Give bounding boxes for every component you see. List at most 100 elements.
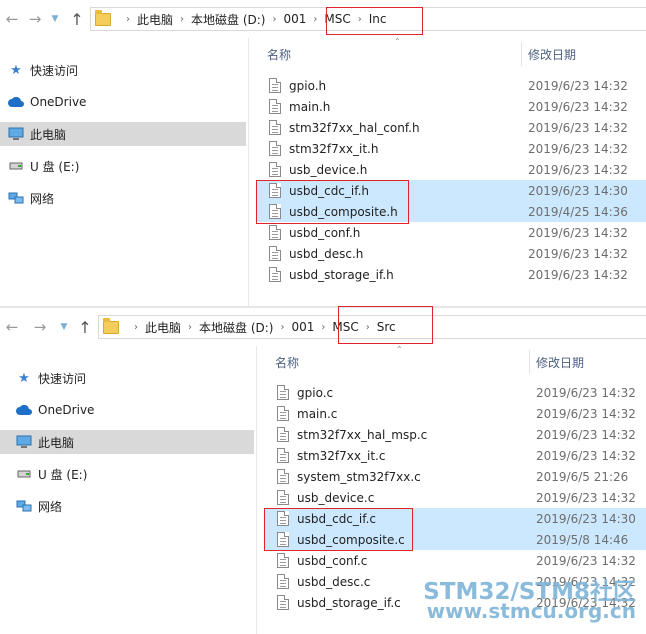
file-row[interactable]: stm32f7xx_hal_conf.h 2019/6/23 14:32 — [257, 117, 646, 138]
chevron-down-icon[interactable]: ▼ — [50, 9, 60, 29]
nav-item-quick-access[interactable]: ★ 快速访问 — [0, 58, 246, 82]
chevron-right-icon[interactable]: › — [134, 322, 138, 333]
column-header-name[interactable]: 名称 — [275, 350, 299, 374]
chevron-right-icon[interactable]: › — [188, 322, 192, 333]
nav-item-label: 此电脑 — [38, 435, 75, 450]
highlight-box-files — [264, 508, 413, 551]
file-name: stm32f7xx_hal_msp.c — [297, 427, 428, 442]
file-icon — [277, 574, 289, 589]
chevron-right-icon[interactable]: › — [313, 14, 317, 25]
file-row[interactable]: stm32f7xx_it.c 2019/6/23 14:32 — [265, 445, 646, 466]
file-date: 2019/6/23 14:32 — [536, 490, 636, 505]
pane-divider[interactable] — [256, 346, 257, 634]
file-date: 2019/6/23 14:32 — [528, 78, 628, 93]
file-date: 2019/5/8 14:46 — [536, 532, 629, 547]
file-date: 2019/6/5 21:26 — [536, 469, 629, 484]
file-date: 2019/6/23 14:32 — [528, 99, 628, 114]
nav-item-label: 快速访问 — [38, 371, 87, 386]
file-name: usbd_storage_if.h — [289, 267, 394, 282]
column-header-date[interactable]: 修改日期 — [528, 42, 576, 66]
chevron-right-icon[interactable]: › — [280, 322, 284, 333]
file-date: 2019/6/23 14:30 — [528, 183, 628, 198]
file-row[interactable]: gpio.h 2019/6/23 14:32 — [257, 75, 646, 96]
nav-item-network[interactable]: 网络 — [0, 186, 246, 210]
chevron-right-icon[interactable]: › — [180, 14, 184, 25]
nav-item-usb-drive[interactable]: U 盘 (E:) — [0, 154, 246, 178]
sort-caret-icon: ⌃ — [396, 345, 403, 354]
usb-drive-icon — [7, 159, 25, 173]
column-divider[interactable] — [521, 42, 522, 66]
file-name: stm32f7xx_it.h — [289, 141, 379, 156]
breadcrumb-001[interactable]: 001 — [283, 12, 306, 26]
file-date: 2019/6/23 14:32 — [528, 267, 628, 282]
column-header-name[interactable]: 名称 — [267, 42, 291, 66]
navigation-bar: ← → ▼ ↑ › 此电脑 › 本地磁盘 (D:) › 001 › MSC › … — [0, 0, 646, 38]
up-arrow-icon[interactable]: ↑ — [67, 9, 87, 29]
nav-item-this-pc[interactable]: 此电脑 — [0, 430, 254, 454]
file-name: usbd_conf.c — [297, 553, 368, 568]
file-row[interactable]: usbd_desc.h 2019/6/23 14:32 — [257, 243, 646, 264]
file-row[interactable]: usbd_storage_if.h 2019/6/23 14:32 — [257, 264, 646, 285]
file-row[interactable]: main.c 2019/6/23 14:32 — [265, 403, 646, 424]
file-name: main.h — [289, 99, 331, 114]
nav-item-label: 快速访问 — [30, 63, 79, 78]
file-date: 2019/6/23 14:32 — [528, 141, 628, 156]
file-date: 2019/6/23 14:32 — [528, 162, 628, 177]
back-arrow-icon[interactable]: ← — [2, 317, 22, 337]
file-icon — [277, 427, 289, 442]
chevron-down-icon[interactable]: ▼ — [59, 317, 69, 337]
forward-arrow-icon[interactable]: → — [30, 317, 50, 337]
file-icon — [277, 595, 289, 610]
nav-item-label: 网络 — [30, 191, 55, 206]
nav-item-network[interactable]: 网络 — [0, 494, 246, 518]
file-row[interactable]: gpio.c 2019/6/23 14:32 — [265, 382, 646, 403]
nav-item-usb-drive[interactable]: U 盘 (E:) — [0, 462, 246, 486]
nav-item-onedrive[interactable]: OneDrive — [0, 90, 246, 114]
file-row[interactable]: usbd_conf.c 2019/6/23 14:32 — [265, 550, 646, 571]
forward-arrow-icon[interactable]: → — [25, 9, 45, 29]
breadcrumb-this-pc[interactable]: 此电脑 — [145, 319, 181, 336]
chevron-right-icon[interactable]: › — [272, 14, 276, 25]
nav-item-label: U 盘 (E:) — [30, 159, 80, 174]
pane-divider[interactable] — [248, 38, 249, 306]
file-row[interactable]: stm32f7xx_hal_msp.c 2019/6/23 14:32 — [265, 424, 646, 445]
nav-item-onedrive[interactable]: OneDrive — [0, 398, 246, 422]
nav-item-quick-access[interactable]: ★ 快速访问 — [0, 366, 246, 390]
breadcrumb-this-pc[interactable]: 此电脑 — [137, 11, 173, 28]
network-icon — [7, 191, 25, 205]
breadcrumb-drive-d[interactable]: 本地磁盘 (D:) — [191, 11, 265, 28]
file-name: stm32f7xx_it.c — [297, 448, 386, 463]
file-icon — [269, 246, 281, 261]
explorer-window-src: ← → ▼ ↑ › 此电脑 › 本地磁盘 (D:) › 001 › MSC › … — [0, 306, 646, 634]
column-header-date[interactable]: 修改日期 — [536, 350, 584, 374]
breadcrumb-001[interactable]: 001 — [291, 320, 314, 334]
sort-caret-icon: ⌃ — [394, 37, 401, 46]
star-icon: ★ — [10, 62, 22, 78]
computer-icon — [7, 127, 25, 141]
chevron-right-icon[interactable]: › — [321, 322, 325, 333]
file-date: 2019/6/23 14:32 — [536, 448, 636, 463]
file-name: system_stm32f7xx.c — [297, 469, 421, 484]
navigation-bar: ← → ▼ ↑ › 此电脑 › 本地磁盘 (D:) › 001 › MSC › … — [0, 306, 646, 346]
up-arrow-icon[interactable]: ↑ — [75, 317, 95, 337]
file-row[interactable]: stm32f7xx_it.h 2019/6/23 14:32 — [257, 138, 646, 159]
breadcrumb-drive-d[interactable]: 本地磁盘 (D:) — [199, 319, 273, 336]
file-row[interactable]: usbd_conf.h 2019/6/23 14:32 — [257, 222, 646, 243]
back-arrow-icon[interactable]: ← — [2, 9, 22, 29]
file-row[interactable]: system_stm32f7xx.c 2019/6/5 21:26 — [265, 466, 646, 487]
nav-item-this-pc[interactable]: 此电脑 — [0, 122, 246, 146]
column-divider[interactable] — [529, 350, 530, 374]
file-date: 2019/4/25 14:36 — [528, 204, 628, 219]
file-icon — [277, 469, 289, 484]
file-row[interactable]: usb_device.h 2019/6/23 14:32 — [257, 159, 646, 180]
file-row[interactable]: main.h 2019/6/23 14:32 — [257, 96, 646, 117]
file-row[interactable]: usb_device.c 2019/6/23 14:32 — [265, 487, 646, 508]
cloud-icon — [15, 403, 33, 417]
network-icon — [15, 499, 33, 513]
file-name: usbd_desc.h — [289, 246, 364, 261]
file-icon — [269, 267, 281, 282]
highlight-box-files — [256, 180, 409, 224]
star-icon: ★ — [18, 370, 30, 386]
file-icon — [277, 385, 289, 400]
chevron-right-icon[interactable]: › — [126, 14, 130, 25]
